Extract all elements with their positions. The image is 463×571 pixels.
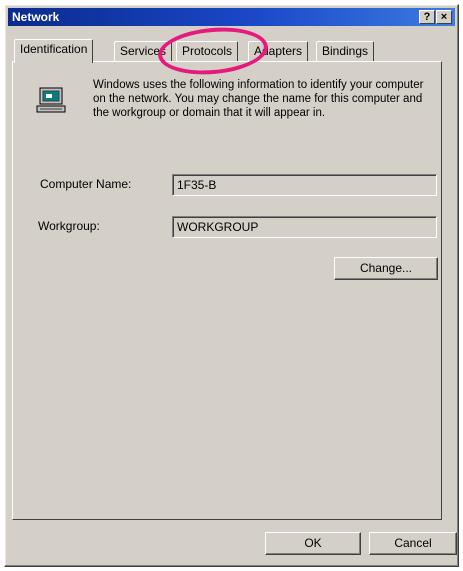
description-text: Windows uses the following information t… [93, 79, 424, 119]
computer-name-label: Computer Name: [40, 177, 132, 191]
change-button[interactable]: Change... [334, 257, 438, 280]
tab-label: Bindings [322, 44, 369, 58]
title-bar: Network ? × [8, 8, 455, 26]
close-button[interactable]: × [436, 10, 452, 24]
ok-button[interactable]: OK [265, 532, 361, 555]
workgroup-field[interactable]: WORKGROUP [172, 216, 437, 238]
window-title: Network [12, 10, 60, 24]
close-icon: × [440, 11, 448, 23]
tab-label: Protocols [182, 44, 233, 58]
help-button[interactable]: ? [419, 10, 435, 24]
tab-label: Identification [20, 42, 88, 56]
help-icon: ? [423, 11, 431, 23]
tab-identification[interactable]: Identification [14, 39, 94, 63]
change-button-label: Change... [359, 261, 413, 275]
tab-services[interactable]: Services [114, 41, 173, 61]
ok-button-label: OK [304, 536, 322, 550]
tab-label: Services [120, 44, 167, 58]
workgroup-label: Workgroup: [38, 219, 100, 233]
computer-name-field[interactable]: 1F35-B [172, 174, 437, 196]
identification-panel [12, 61, 442, 520]
cancel-button[interactable]: Cancel [369, 532, 457, 555]
tab-protocols[interactable]: Protocols [176, 41, 239, 61]
tab-bindings[interactable]: Bindings [316, 41, 375, 61]
cancel-button-label: Cancel [394, 536, 432, 550]
tab-label: Adapters [254, 44, 303, 58]
computer-icon [36, 87, 66, 113]
tab-adapters[interactable]: Adapters [248, 41, 309, 61]
